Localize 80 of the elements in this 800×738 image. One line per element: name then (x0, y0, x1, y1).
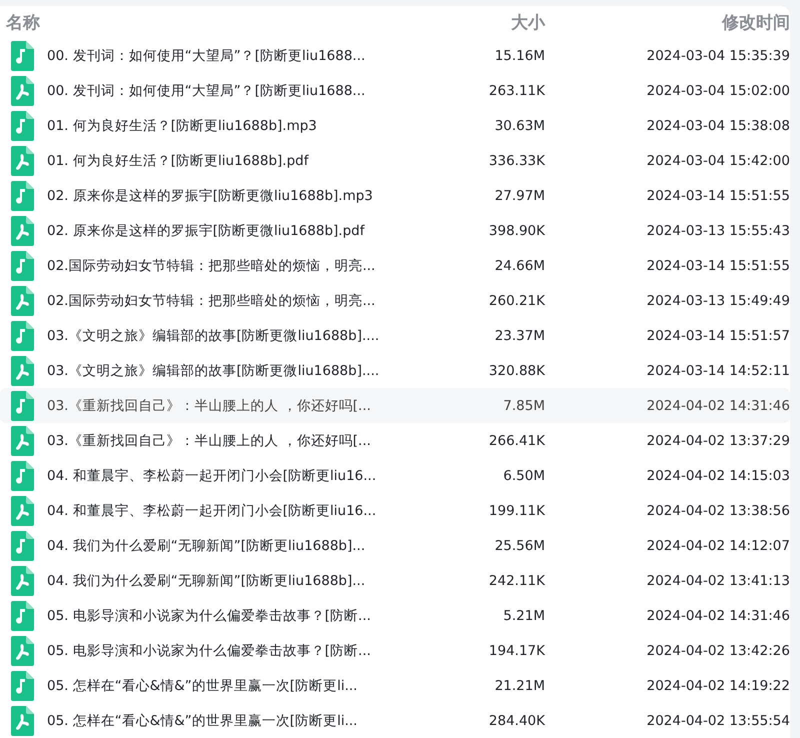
modified-time: 2024-04-02 13:37:29 (646, 432, 790, 448)
file-row[interactable]: 01. 何为良好生活？[防断更liu1688b].mp3 30.63M 2024-03-04 15:38:08 (0, 108, 790, 143)
modified-time: 2024-04-02 14:31:46 (646, 608, 790, 624)
file-name: 03.《文明之旅》编辑部的故事[防断更微liu1688b].... (46, 326, 380, 344)
file-row[interactable]: 04. 和董晨宇、李松蔚一起开闭门小会[防断更liu16... 199.11K 2024-04-02 13:38:56 (0, 493, 790, 528)
modified-time: 2024-04-02 14:31:46 (646, 398, 790, 414)
modified-time: 2024-03-04 15:02:00 (646, 82, 790, 98)
file-row[interactable]: 04. 我们为什么爱刷“无聊新闻”[防断更liu1688b]... 25.56M 2024-04-02 14:12:07 (0, 528, 790, 563)
file-row[interactable]: 02. 原来你是这样的罗振宇[防断更微liu1688b].mp3 27.97M 2024-03-14 15:51:55 (0, 178, 790, 213)
file-size: 5.21M (502, 608, 545, 624)
file-size: 284.40K (488, 712, 545, 728)
file-size: 30.63M (494, 118, 545, 134)
file-name: 04. 和董晨宇、李松蔚一起开闭门小会[防断更liu16... (46, 466, 378, 484)
file-size: 21.21M (494, 678, 545, 694)
modified-time: 2024-03-13 15:55:43 (646, 222, 790, 238)
file-row[interactable]: 05. 怎样在“看心&情&”的世界里赢一次[防断更li... 284.40K 2024-04-02 13:55:54 (0, 703, 790, 738)
file-row[interactable]: 03.《文明之旅》编辑部的故事[防断更微liu1688b].... 23.37M 2024-03-14 15:51:57 (0, 318, 790, 353)
file-size: 15.16M (494, 48, 545, 64)
file-name: 05. 怎样在“看心&情&”的世界里赢一次[防断更li... (46, 676, 358, 694)
file-size: 25.56M (494, 538, 545, 554)
modified-time: 2024-04-02 13:55:54 (646, 712, 790, 728)
file-row[interactable]: 00. 发刊词：如何使用“大望局”？[防断更liu1688... 263.11K 2024-03-04 15:02:00 (0, 73, 790, 108)
file-row[interactable]: 05. 怎样在“看心&情&”的世界里赢一次[防断更li... 21.21M 2024-04-02 14:19:22 (0, 668, 790, 703)
file-size: 263.11K (488, 82, 545, 98)
file-size: 266.41K (488, 432, 545, 448)
file-size: 24.66M (494, 258, 545, 274)
file-size: 336.33K (488, 152, 545, 168)
file-name: 00. 发刊词：如何使用“大望局”？[防断更liu1688... (46, 82, 366, 100)
modified-time: 2024-03-04 15:35:39 (646, 48, 790, 64)
file-size: 398.90K (488, 222, 545, 238)
file-size: 27.97M (494, 188, 545, 204)
file-name: 04. 我们为什么爱刷“无聊新闻”[防断更liu1688b]... (46, 572, 366, 590)
file-name: 02.国际劳动妇女节特辑：把那些暗处的烦恼，明亮... (46, 292, 376, 310)
file-name: 03.《文明之旅》编辑部的故事[防断更微liu1688b].... (46, 362, 380, 380)
file-name: 05. 怎样在“看心&情&”的世界里赢一次[防断更li... (46, 712, 358, 730)
file-name: 01. 何为良好生活？[防断更liu1688b].pdf (46, 152, 310, 170)
modified-time: 2024-04-02 14:15:03 (646, 468, 790, 484)
file-row[interactable]: 02. 原来你是这样的罗振宇[防断更微liu1688b].pdf 398.90K 2024-03-13 15:55:43 (0, 213, 790, 248)
modified-time: 2024-03-13 15:49:49 (646, 292, 790, 308)
modified-time: 2024-03-14 15:51:57 (646, 328, 790, 344)
modified-time: 2024-04-02 13:41:13 (646, 572, 790, 588)
file-row[interactable]: 05. 电影导演和小说家为什么偏爱拳击故事？[防断... 194.17K 2024-04-02 13:42:26 (0, 633, 790, 668)
file-row[interactable]: 03.《文明之旅》编辑部的故事[防断更微liu1688b].... 320.88K 2024-03-14 14:52:11 (0, 353, 790, 388)
modified-time: 2024-04-02 13:38:56 (646, 502, 790, 518)
modified-time: 2024-03-04 15:38:08 (646, 118, 790, 134)
file-row[interactable]: 04. 我们为什么爱刷“无聊新闻”[防断更liu1688b]... 242.11K 2024-04-02 13:41:13 (0, 563, 790, 598)
file-row[interactable]: 03.《重新找回自己》：半山腰上的人 ，你还好吗[... 266.41K 2024-04-02 13:37:29 (0, 423, 790, 458)
modified-time: 2024-03-14 15:51:55 (646, 188, 790, 204)
file-name: 02. 原来你是这样的罗振宇[防断更微liu1688b].mp3 (46, 186, 374, 204)
file-row[interactable]: 03.《重新找回自己》：半山腰上的人 ，你还好吗[... 7.85M 2024-04-02 14:31:46 (0, 388, 790, 423)
file-row[interactable]: 02.国际劳动妇女节特辑：把那些暗处的烦恼，明亮... 260.21K 2024-03-13 15:49:49 (0, 283, 790, 318)
file-size: 6.50M (502, 468, 545, 484)
modified-time: 2024-03-04 15:42:00 (646, 152, 790, 168)
file-size: 194.17K (488, 642, 545, 658)
file-size: 320.88K (488, 362, 545, 378)
modified-time: 2024-04-02 14:12:07 (646, 538, 790, 554)
file-size: 7.85M (502, 398, 545, 414)
file-name: 03.《重新找回自己》：半山腰上的人 ，你还好吗[... (46, 396, 372, 414)
file-row[interactable]: 05. 电影导演和小说家为什么偏爱拳击故事？[防断... 5.21M 2024-04-02 14:31:46 (0, 598, 790, 633)
file-row[interactable]: 00. 发刊词：如何使用“大望局”？[防断更liu1688... 15.16M 2024-03-04 15:35:39 (0, 38, 790, 73)
file-name: 02. 原来你是这样的罗振宇[防断更微liu1688b].pdf (46, 222, 366, 240)
file-name: 05. 电影导演和小说家为什么偏爱拳击故事？[防断... (46, 642, 372, 660)
file-name: 02.国际劳动妇女节特辑：把那些暗处的烦恼，明亮... (46, 256, 376, 274)
file-size: 199.11K (488, 502, 545, 518)
file-name: 05. 电影导演和小说家为什么偏爱拳击故事？[防断... (46, 606, 372, 624)
file-size: 23.37M (494, 328, 545, 344)
file-row[interactable]: 04. 和董晨宇、李松蔚一起开闭门小会[防断更liu16... 6.50M 2024-04-02 14:15:03 (0, 458, 790, 493)
file-name: 01. 何为良好生活？[防断更liu1688b].mp3 (46, 116, 318, 134)
file-name: 04. 我们为什么爱刷“无聊新闻”[防断更liu1688b]... (46, 536, 366, 554)
file-row[interactable]: 02.国际劳动妇女节特辑：把那些暗处的烦恼，明亮... 24.66M 2024-03-14 15:51:55 (0, 248, 790, 283)
modified-time: 2024-03-14 14:52:11 (646, 362, 790, 378)
file-name: 00. 发刊词：如何使用“大望局”？[防断更liu1688... (46, 46, 366, 64)
file-name: 04. 和董晨宇、李松蔚一起开闭门小会[防断更liu16... (46, 502, 378, 520)
file-size: 242.11K (488, 572, 545, 588)
file-name: 03.《重新找回自己》：半山腰上的人 ，你还好吗[... (46, 432, 372, 450)
file-row[interactable]: 01. 何为良好生活？[防断更liu1688b].pdf 336.33K 2024-03-04 15:42:00 (0, 143, 790, 178)
file-size: 260.21K (488, 292, 545, 308)
modified-time: 2024-04-02 14:19:22 (646, 678, 790, 694)
modified-time: 2024-03-14 15:51:55 (646, 258, 790, 274)
modified-time: 2024-04-02 13:42:26 (646, 642, 790, 658)
